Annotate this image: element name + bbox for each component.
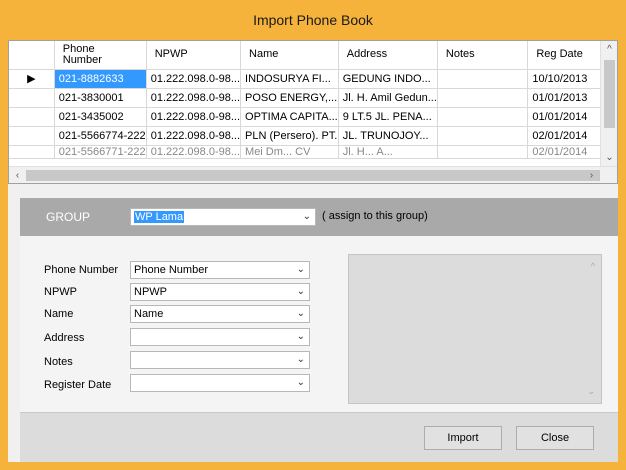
window-titlebar[interactable]: Import Phone Book bbox=[0, 0, 626, 40]
close-button[interactable]: Close bbox=[516, 426, 594, 450]
cell-npwp[interactable]: 01.222.098.0-98... bbox=[146, 145, 242, 159]
row-header[interactable] bbox=[9, 107, 55, 127]
cell-address[interactable]: GEDUNG INDO... bbox=[338, 69, 438, 89]
chevron-down-icon[interactable]: ⌄ bbox=[297, 262, 305, 278]
phone-number-mapping-select[interactable]: Phone Number ⌄ bbox=[130, 261, 310, 279]
current-row-arrow-icon: ▶ bbox=[9, 69, 55, 89]
cell-name[interactable]: PLN (Persero). PT. bbox=[240, 126, 339, 146]
scroll-up-arrow-icon[interactable]: ^ bbox=[601, 41, 617, 58]
column-header-name[interactable]: Name bbox=[240, 41, 339, 70]
scroll-down-arrow-icon[interactable]: ⌄ bbox=[587, 386, 595, 397]
group-label: GROUP bbox=[46, 210, 91, 224]
field-label-npwp: NPWP bbox=[44, 286, 77, 298]
grid-header-row: Phone Number NPWP Name Address Notes Reg… bbox=[9, 41, 617, 70]
group-select[interactable]: WP Lama ⌄ bbox=[130, 208, 316, 226]
field-label-phone-number: Phone Number bbox=[44, 264, 118, 276]
name-mapping-value: Name bbox=[134, 308, 164, 320]
field-label-address: Address bbox=[44, 332, 85, 344]
field-label-register-date: Register Date bbox=[44, 379, 112, 391]
dialog-button-bar: Import Close bbox=[20, 412, 618, 462]
column-header-phone-number[interactable]: Phone Number bbox=[54, 41, 147, 70]
table-row[interactable]: 021-3830001 01.222.098.0-98... POSO ENER… bbox=[9, 88, 617, 108]
group-panel: GROUP WP Lama ⌄ ( assign to this group) bbox=[20, 198, 618, 236]
field-mapping-panel: Phone Number Phone Number ⌄ NPWP NPWP ⌄ … bbox=[20, 236, 618, 412]
cell-address[interactable]: 9 LT.5 JL. PENA... bbox=[338, 107, 438, 127]
chevron-down-icon[interactable]: ⌄ bbox=[303, 209, 311, 225]
phone-book-grid[interactable]: Phone Number NPWP Name Address Notes Reg… bbox=[8, 40, 618, 184]
grid-vertical-scrollbar[interactable]: ^ ⌄ bbox=[600, 41, 617, 167]
cell-phone[interactable]: 021-3830001 bbox=[54, 88, 147, 108]
cell-address[interactable]: JL. TRUNOJOY... bbox=[338, 126, 438, 146]
grid-table: Phone Number NPWP Name Address Notes Reg… bbox=[9, 41, 617, 159]
notes-mapping-select[interactable]: ⌄ bbox=[130, 351, 310, 369]
cell-address[interactable]: Jl. H... A... bbox=[338, 145, 438, 159]
cell-phone[interactable]: 021-3435002 bbox=[54, 107, 147, 127]
grid-horizontal-scrollbar[interactable]: ‹ › bbox=[9, 166, 617, 183]
table-row[interactable]: 021-5566774-222 01.222.098.0-98... PLN (… bbox=[9, 126, 617, 146]
dialog-client-area: Phone Number NPWP Name Address Notes Reg… bbox=[8, 40, 618, 462]
chevron-down-icon[interactable]: ⌄ bbox=[297, 284, 305, 300]
row-header[interactable] bbox=[9, 145, 55, 159]
cell-address[interactable]: Jl. H. Amil Gedun... bbox=[338, 88, 438, 108]
chevron-down-icon[interactable]: ⌄ bbox=[297, 352, 305, 368]
cell-notes[interactable] bbox=[437, 107, 529, 127]
window-title: Import Phone Book bbox=[253, 12, 373, 28]
cell-phone[interactable]: 021-8882633 bbox=[54, 69, 147, 89]
address-mapping-select[interactable]: ⌄ bbox=[130, 328, 310, 346]
phone-number-mapping-value: Phone Number bbox=[134, 264, 208, 276]
cell-phone[interactable]: 021-5566774-222 bbox=[54, 126, 147, 146]
cell-npwp[interactable]: 01.222.098.0-98... bbox=[146, 88, 242, 108]
table-row[interactable]: 021-3435002 01.222.098.0-98... OPTIMA CA… bbox=[9, 107, 617, 127]
scroll-right-arrow-icon[interactable]: › bbox=[583, 167, 600, 183]
chevron-down-icon[interactable]: ⌄ bbox=[297, 306, 305, 322]
column-header-address[interactable]: Address bbox=[338, 41, 438, 70]
npwp-mapping-value: NPWP bbox=[134, 286, 167, 298]
field-label-name: Name bbox=[44, 308, 74, 320]
row-header-corner bbox=[9, 41, 55, 70]
chevron-down-icon[interactable]: ⌄ bbox=[297, 329, 305, 345]
cell-notes[interactable] bbox=[437, 69, 529, 89]
horizontal-scroll-thumb[interactable] bbox=[26, 170, 600, 181]
cell-npwp[interactable]: 01.222.098.0-98... bbox=[146, 69, 242, 89]
scroll-left-arrow-icon[interactable]: ‹ bbox=[9, 167, 26, 183]
register-date-mapping-select[interactable]: ⌄ bbox=[130, 374, 310, 392]
name-mapping-select[interactable]: Name ⌄ bbox=[130, 305, 310, 323]
table-row[interactable]: ▶ 021-8882633 01.222.098.0-98... INDOSUR… bbox=[9, 69, 617, 89]
npwp-mapping-select[interactable]: NPWP ⌄ bbox=[130, 283, 310, 301]
cell-name[interactable]: OPTIMA CAPITA... bbox=[240, 107, 339, 127]
row-header[interactable] bbox=[9, 88, 55, 108]
row-header[interactable] bbox=[9, 126, 55, 146]
group-hint: ( assign to this group) bbox=[322, 210, 428, 222]
column-header-notes[interactable]: Notes bbox=[437, 41, 529, 70]
table-row[interactable]: 021-5566771-222 01.222.098.0-98... Mei D… bbox=[9, 145, 617, 159]
cell-notes[interactable] bbox=[437, 88, 529, 108]
preview-listbox[interactable]: ^ ⌄ bbox=[348, 254, 602, 404]
import-button[interactable]: Import bbox=[424, 426, 502, 450]
cell-name[interactable]: POSO ENERGY,... bbox=[240, 88, 339, 108]
chevron-down-icon[interactable]: ⌄ bbox=[297, 375, 305, 391]
cell-name[interactable]: INDOSURYA FI... bbox=[240, 69, 339, 89]
group-select-value: WP Lama bbox=[134, 211, 185, 223]
cell-name[interactable]: Mei Dm... CV bbox=[240, 145, 339, 159]
scroll-down-arrow-icon[interactable]: ⌄ bbox=[601, 149, 617, 166]
cell-npwp[interactable]: 01.222.098.0-98... bbox=[146, 126, 242, 146]
vertical-scroll-thumb[interactable] bbox=[604, 60, 615, 128]
cell-phone[interactable]: 021-5566771-222 bbox=[54, 145, 147, 159]
cell-notes[interactable] bbox=[437, 126, 529, 146]
field-label-notes: Notes bbox=[44, 356, 73, 368]
cell-notes[interactable] bbox=[437, 145, 529, 159]
scroll-up-arrow-icon[interactable]: ^ bbox=[591, 261, 595, 271]
column-header-npwp[interactable]: NPWP bbox=[146, 41, 242, 70]
cell-npwp[interactable]: 01.222.098.0-98... bbox=[146, 107, 242, 127]
